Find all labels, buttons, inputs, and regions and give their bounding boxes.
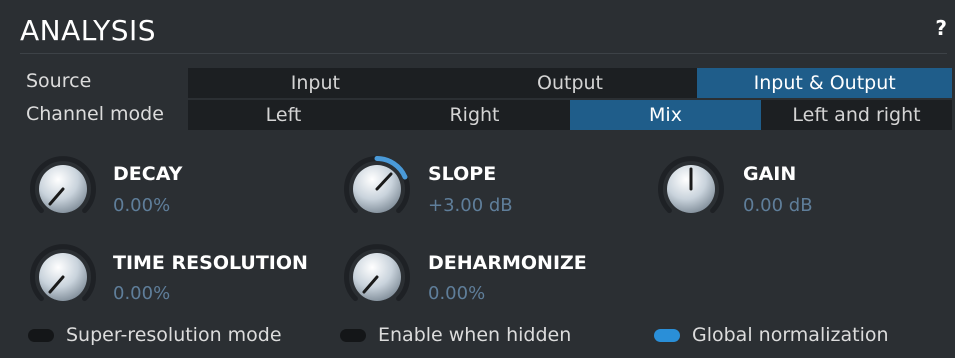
toggle-switch-icon bbox=[340, 328, 366, 342]
channel-option-mix[interactable]: Mix bbox=[570, 100, 761, 130]
source-label: Source bbox=[26, 70, 92, 92]
decay-value: 0.00% bbox=[113, 195, 171, 216]
source-option-output[interactable]: Output bbox=[443, 68, 698, 98]
enable-when-hidden-toggle[interactable]: Enable when hidden bbox=[340, 323, 571, 347]
deharmonize-name: DEHARMONIZE bbox=[428, 252, 587, 274]
gain-knob[interactable] bbox=[654, 152, 728, 226]
channel-mode-label: Channel mode bbox=[26, 103, 164, 125]
source-option-input-output[interactable]: Input & Output bbox=[697, 68, 953, 98]
deharmonize-value: 0.00% bbox=[428, 283, 486, 304]
toggle-switch-icon bbox=[654, 328, 680, 342]
deharmonize-knob[interactable] bbox=[340, 240, 414, 314]
global-normalization-toggle[interactable]: Global normalization bbox=[654, 323, 889, 347]
slope-value: +3.00 dB bbox=[428, 195, 513, 216]
slope-name: SLOPE bbox=[428, 163, 497, 185]
time-resolution-value: 0.00% bbox=[113, 283, 171, 304]
super-resolution-label: Super-resolution mode bbox=[66, 324, 282, 346]
channel-option-left[interactable]: Left bbox=[188, 100, 379, 130]
help-button[interactable]: ? bbox=[935, 16, 947, 40]
gain-name: GAIN bbox=[743, 163, 797, 185]
time-resolution-knob[interactable] bbox=[26, 240, 100, 314]
global-normalization-label: Global normalization bbox=[692, 324, 889, 346]
panel-title: ANALYSIS bbox=[20, 14, 157, 47]
super-resolution-toggle[interactable]: Super-resolution mode bbox=[28, 323, 282, 347]
toggle-switch-icon bbox=[28, 328, 54, 342]
header-divider bbox=[20, 53, 947, 54]
channel-option-right[interactable]: Right bbox=[379, 100, 570, 130]
source-option-input[interactable]: Input bbox=[188, 68, 443, 98]
channel-option-left-and-right[interactable]: Left and right bbox=[761, 100, 952, 130]
decay-knob[interactable] bbox=[26, 152, 100, 226]
enable-when-hidden-label: Enable when hidden bbox=[378, 324, 572, 346]
slope-knob[interactable] bbox=[340, 152, 414, 226]
time-resolution-name: TIME RESOLUTION bbox=[113, 252, 308, 274]
decay-name: DECAY bbox=[113, 163, 183, 185]
panel-header: ANALYSIS ? bbox=[0, 0, 955, 60]
source-selector: Input Output Input & Output bbox=[188, 68, 953, 98]
channel-mode-selector: Left Right Mix Left and right bbox=[188, 100, 952, 130]
gain-value: 0.00 dB bbox=[743, 195, 813, 216]
